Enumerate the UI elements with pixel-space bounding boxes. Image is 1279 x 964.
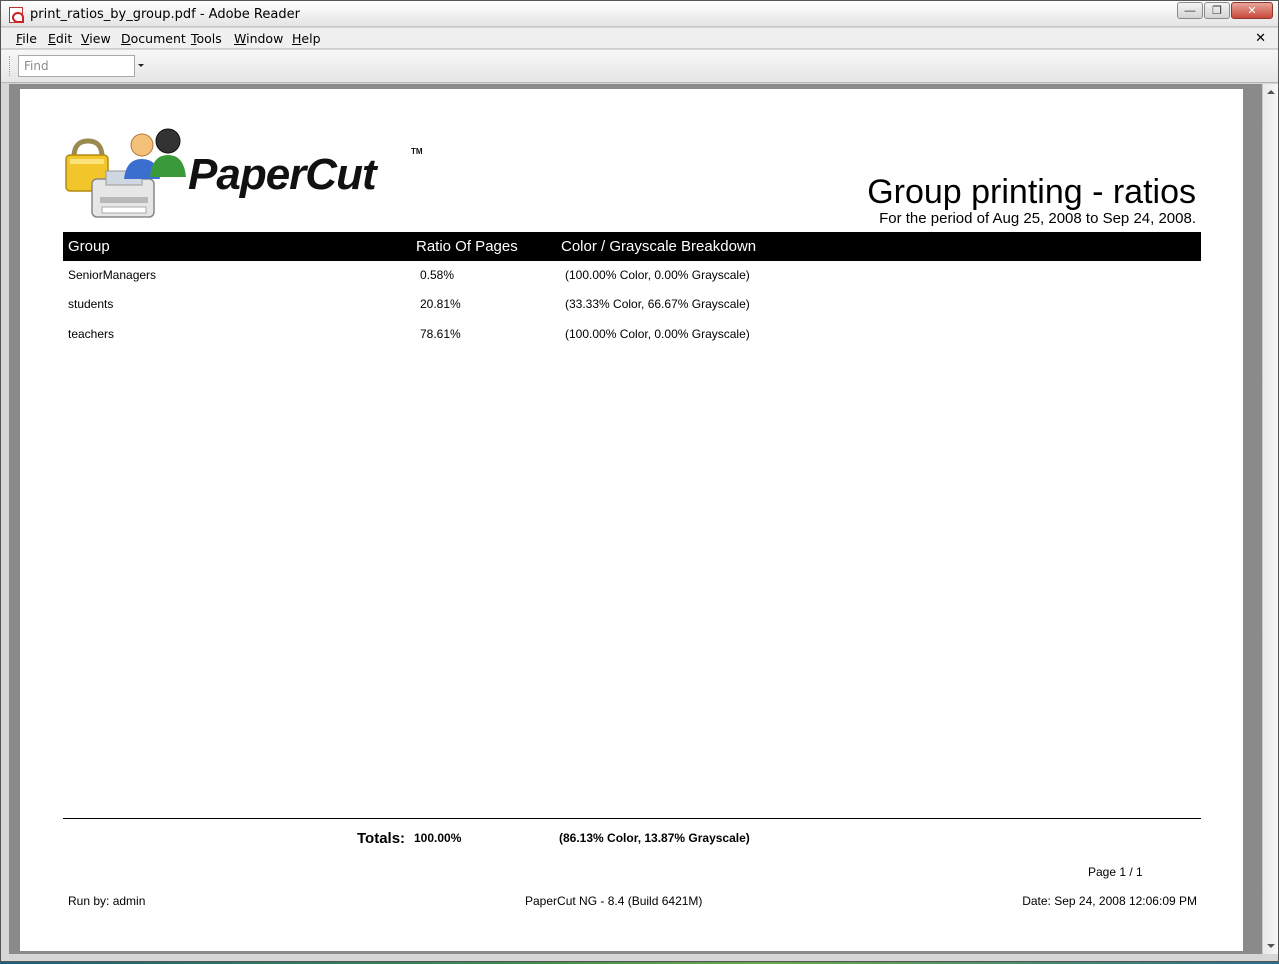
totals-breakdown: (86.13% Color, 13.87% Grayscale): [559, 831, 750, 845]
run-by: Run by: admin: [68, 894, 146, 908]
menu-tools[interactable]: Tools: [191, 31, 222, 46]
product-version: PaperCut NG - 8.4 (Build 6421M): [525, 894, 703, 908]
logo-wordmark: PaperCut: [188, 150, 377, 199]
pdf-file-icon: [9, 7, 24, 23]
row-ratio: 78.61%: [420, 327, 461, 341]
find-input[interactable]: [19, 56, 134, 76]
totals-divider: [63, 818, 1201, 819]
menu-edit[interactable]: Edit: [48, 31, 72, 46]
row-breakdown: (100.00% Color, 0.00% Grayscale): [565, 268, 750, 282]
table-row: students 20.81% (33.33% Color, 66.67% Gr…: [63, 297, 1201, 317]
scroll-up-icon[interactable]: [1267, 90, 1275, 94]
row-group: SeniorManagers: [68, 268, 157, 282]
toolbar: [1, 50, 1278, 83]
title-bar: print_ratios_by_group.pdf - Adobe Reader…: [1, 1, 1278, 27]
papercut-logo: PaperCut TM: [62, 127, 442, 222]
row-group: teachers: [68, 327, 115, 341]
table-header: Group Ratio Of Pages Color / Grayscale B…: [63, 232, 1201, 261]
menu-bar: File Edit View Document Tools Window Hel…: [1, 28, 1278, 49]
report-date: Date: Sep 24, 2008 12:06:09 PM: [1022, 894, 1197, 908]
logo-graphic: [65, 128, 186, 218]
row-ratio: 20.81%: [420, 297, 461, 311]
table-row: teachers 78.61% (100.00% Color, 0.00% Gr…: [63, 327, 1201, 347]
users-icon: [124, 128, 186, 179]
document-close-icon[interactable]: ✕: [1255, 30, 1266, 46]
logo-trademark: TM: [411, 147, 423, 156]
totals-ratio: 100.00%: [414, 831, 462, 845]
minimize-button[interactable]: —: [1177, 2, 1203, 19]
page-number: Page 1 / 1: [1088, 865, 1143, 879]
row-ratio: 0.58%: [420, 268, 455, 282]
close-button[interactable]: ✕: [1231, 2, 1273, 19]
menu-help[interactable]: Help: [292, 31, 321, 46]
scroll-down-icon[interactable]: [1267, 944, 1275, 948]
dropdown-arrow-icon[interactable]: [138, 64, 144, 67]
table-row: SeniorManagers 0.58% (100.00% Color, 0.0…: [63, 268, 1201, 288]
window-controls: — ❐ ✕: [1176, 2, 1273, 19]
row-group: students: [68, 297, 114, 311]
column-header-breakdown: Color / Grayscale Breakdown: [561, 238, 757, 255]
window-title: print_ratios_by_group.pdf - Adobe Reader: [30, 7, 300, 22]
toolbar-grip[interactable]: [9, 56, 12, 76]
pdf-page: PaperCut TM Group printing - ratios For …: [20, 89, 1243, 951]
totals-label: Totals:: [357, 830, 406, 847]
column-header-ratio: Ratio Of Pages: [416, 238, 518, 255]
column-header-group: Group: [68, 238, 110, 255]
vertical-scrollbar[interactable]: [1262, 84, 1278, 954]
row-breakdown: (100.00% Color, 0.00% Grayscale): [565, 327, 750, 341]
menu-document[interactable]: Document: [121, 31, 186, 46]
menu-file[interactable]: File: [16, 31, 37, 46]
find-box: [18, 55, 135, 77]
menu-window[interactable]: Window: [234, 31, 283, 46]
maximize-button[interactable]: ❐: [1204, 2, 1230, 19]
report-title: Group printing - ratios: [867, 173, 1196, 211]
document-viewer: PaperCut TM Group printing - ratios For …: [9, 84, 1262, 954]
row-breakdown: (33.33% Color, 66.67% Grayscale): [565, 297, 750, 311]
menu-view[interactable]: View: [81, 31, 111, 46]
adobe-reader-window: print_ratios_by_group.pdf - Adobe Reader…: [0, 0, 1279, 962]
report-period: For the period of Aug 25, 2008 to Sep 24…: [879, 210, 1196, 227]
